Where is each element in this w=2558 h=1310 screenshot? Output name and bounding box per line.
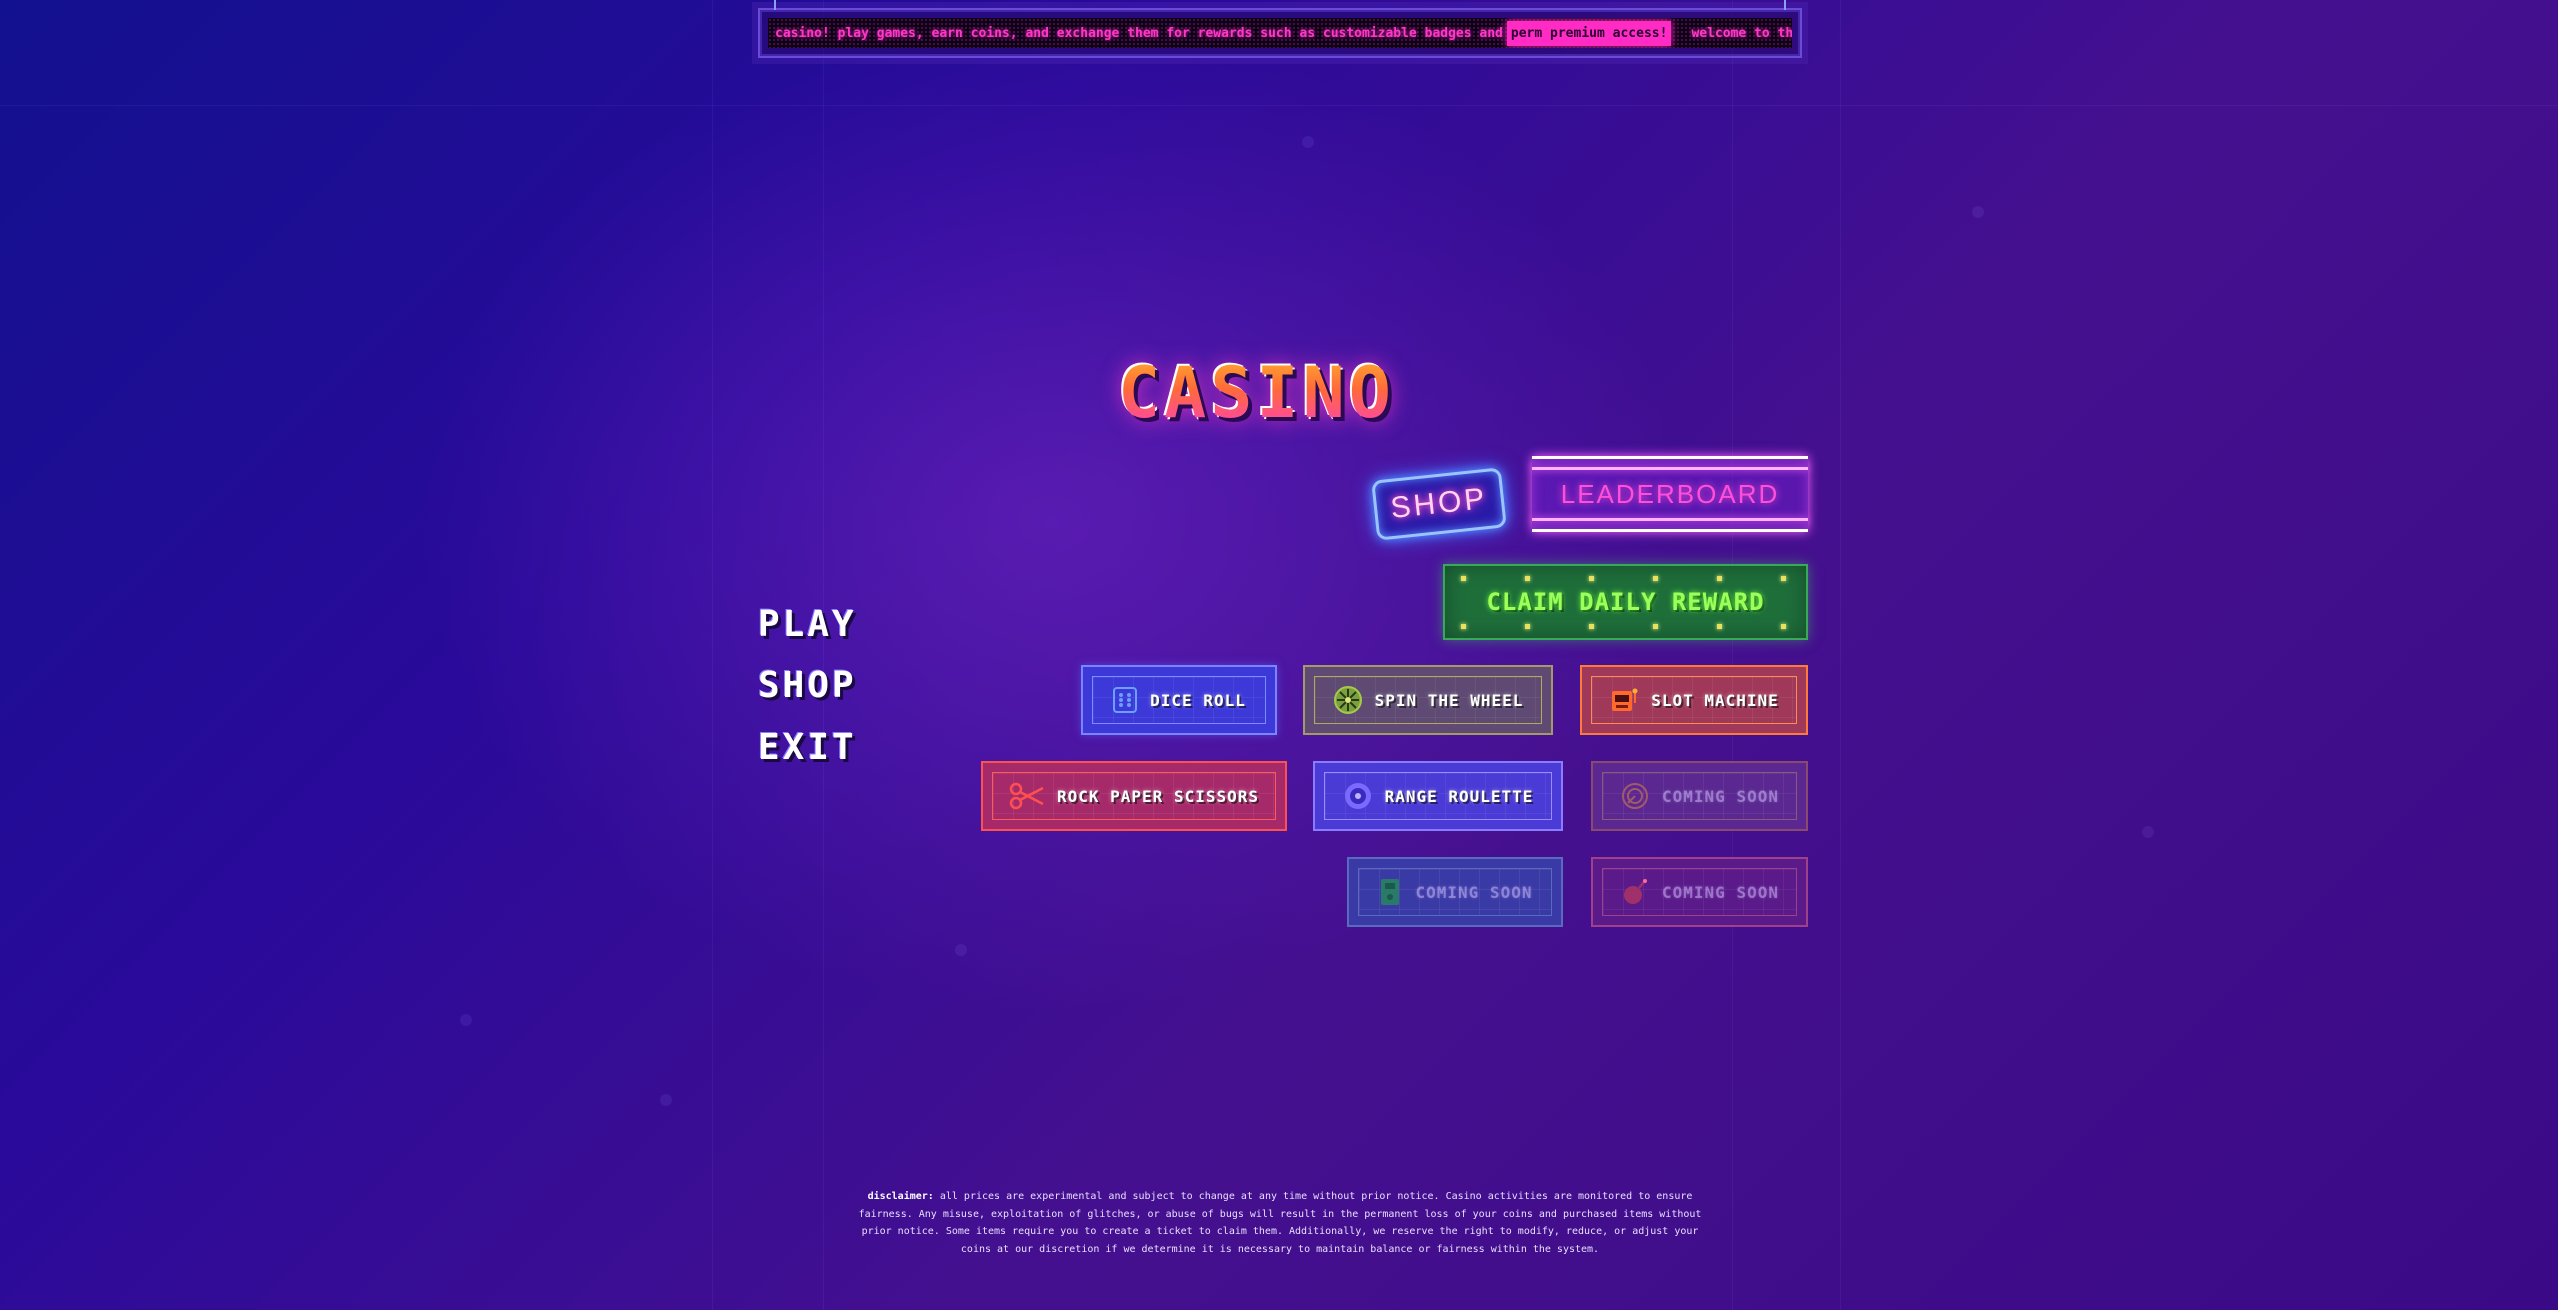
leaderboard-button[interactable]: LEADERBOARD: [1532, 456, 1808, 532]
menu-shop[interactable]: SHOP: [758, 665, 857, 706]
game-coming-soon-2: COMING SOON: [1347, 857, 1563, 927]
leaderboard-label: LEADERBOARD: [1560, 478, 1780, 509]
light-dot: [1525, 624, 1530, 629]
dice-icon: [1112, 686, 1138, 714]
menu-exit[interactable]: EXIT: [758, 727, 857, 768]
ticker-highlight: perm premium access!: [1506, 20, 1672, 46]
disclaimer: disclaimer: all prices are experimental …: [855, 1188, 1705, 1258]
game-dice-roll[interactable]: DICE ROLL: [1081, 665, 1277, 735]
background-sparkle: [1302, 136, 1314, 148]
light-dot: [1717, 624, 1722, 629]
light-dot: [1781, 576, 1786, 581]
shop-button-label: SHOP: [1388, 482, 1489, 525]
dial-icon: [1620, 781, 1650, 811]
casino-title: CASINO: [1118, 352, 1395, 434]
roulette-icon: [1343, 781, 1373, 811]
bomb-icon: [1620, 877, 1650, 907]
claim-daily-reward-button[interactable]: CLAIM DAILY REWARD: [1443, 564, 1808, 640]
grid-line: [823, 0, 824, 1310]
wheel-icon: [1333, 685, 1363, 715]
menu-play[interactable]: PLAY: [758, 604, 857, 645]
grid-line: [712, 0, 713, 1310]
grid-line: [1732, 0, 1733, 1310]
game-label: COMING SOON: [1662, 882, 1779, 902]
grid-line: [1840, 0, 1841, 1310]
game-spin-the-wheel[interactable]: SPIN THE WHEEL: [1303, 665, 1553, 735]
light-dot: [1589, 576, 1594, 581]
game-label: SLOT MACHINE: [1651, 690, 1779, 710]
light-dot: [1653, 576, 1658, 581]
background-sparkle: [660, 1094, 672, 1106]
background-sparkle: [1972, 206, 1984, 218]
game-label: RANGE ROULETTE: [1384, 786, 1534, 806]
light-dot: [1781, 624, 1786, 629]
ticker-display: casino! play games, earn coins, and exch…: [768, 18, 1792, 48]
ticker-text-continued: welcome to the casino! play games: [1691, 25, 1792, 41]
game-label: SPIN THE WHEEL: [1374, 690, 1524, 710]
background-sparkle: [955, 944, 967, 956]
game-coming-soon-1: COMING SOON: [1591, 761, 1808, 831]
shop-button[interactable]: SHOP: [1371, 467, 1507, 541]
news-ticker: casino! play games, earn coins, and exch…: [758, 0, 1802, 58]
game-label: COMING SOON: [1415, 882, 1533, 902]
background-sparkle: [2142, 826, 2154, 838]
light-dot: [1717, 576, 1722, 581]
background-sparkle: [460, 1014, 472, 1026]
game-coming-soon-3: COMING SOON: [1591, 857, 1808, 927]
disclaimer-text: all prices are experimental and subject …: [858, 1191, 1702, 1255]
game-slot-machine[interactable]: SLOT MACHINE: [1580, 665, 1808, 735]
light-dot: [1461, 624, 1466, 629]
game-rock-paper-scissors[interactable]: ROCK PAPER SCISSORS: [981, 761, 1287, 831]
disclaimer-label: disclaimer:: [867, 1191, 934, 1202]
game-label: ROCK PAPER SCISSORS: [1056, 786, 1260, 806]
game-label: COMING SOON: [1662, 786, 1779, 806]
light-dot: [1653, 624, 1658, 629]
grid-line: [0, 105, 2558, 106]
scissors-icon: [1009, 782, 1045, 810]
card-icon: [1378, 877, 1404, 907]
game-label: DICE ROLL: [1150, 690, 1246, 710]
light-dot: [1525, 576, 1530, 581]
game-range-roulette[interactable]: RANGE ROULETTE: [1313, 761, 1563, 831]
claim-daily-reward-label: CLAIM DAILY REWARD: [1486, 588, 1765, 616]
light-dot: [1589, 624, 1594, 629]
ticker-text: casino! play games, earn coins, and exch…: [775, 25, 1503, 41]
light-dot: [1461, 576, 1466, 581]
slot-machine-icon: [1609, 685, 1639, 715]
